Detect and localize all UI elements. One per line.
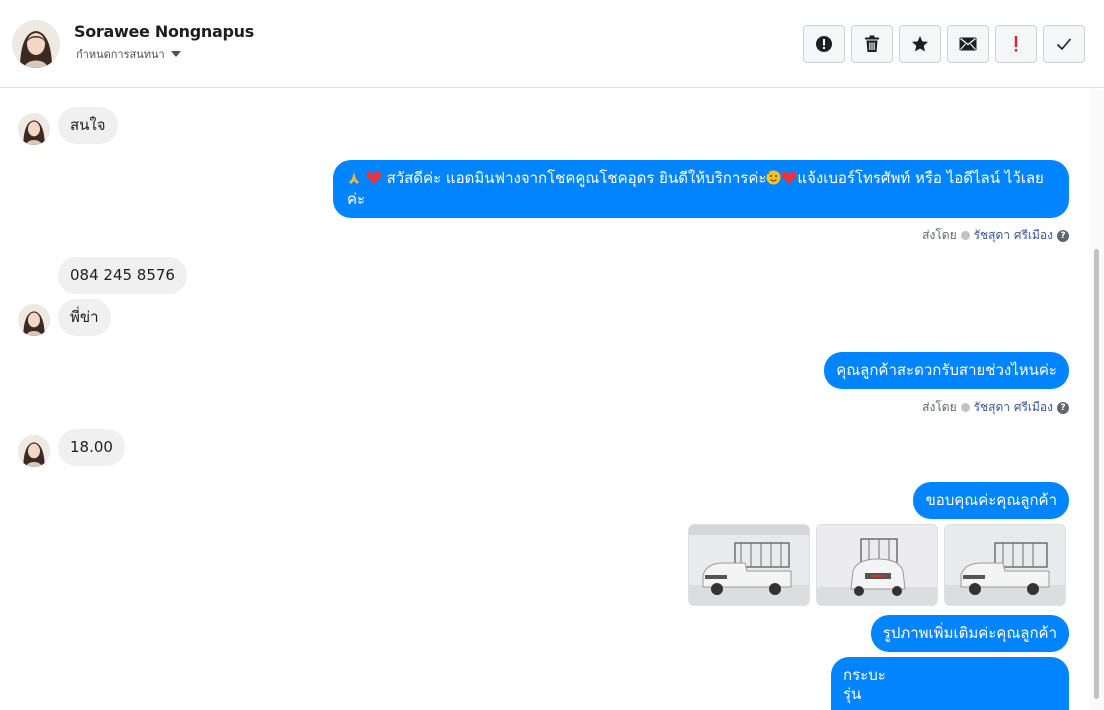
mark-done-button[interactable] [1043, 25, 1085, 63]
message-incoming[interactable]: สนใจ [58, 107, 118, 144]
agent-name[interactable]: รัชสุดา ศรีเมือง [974, 226, 1053, 245]
exclamation-icon [1014, 36, 1018, 52]
envelope-icon [959, 37, 977, 51]
message-outgoing[interactable]: กระบะ รุ่น [831, 657, 1069, 710]
sender-avatar[interactable] [18, 113, 50, 145]
assign-label: กำหนดการสนทนา [76, 48, 165, 61]
scrollbar-thumb[interactable] [1094, 249, 1099, 699]
pray-emoji-icon [347, 171, 361, 190]
sender-avatar[interactable] [18, 435, 50, 467]
delete-button[interactable] [851, 25, 893, 63]
assign-conversation-dropdown[interactable]: กำหนดการสนทนา [76, 45, 181, 63]
follow-up-button[interactable] [995, 25, 1037, 63]
contact-avatar[interactable] [12, 20, 60, 68]
spam-button[interactable] [803, 25, 845, 63]
attached-photo[interactable] [688, 524, 810, 606]
alert-circle-icon [816, 36, 832, 52]
sent-by-prefix: ส่งโดย [922, 400, 957, 414]
contact-name[interactable]: Sorawee Nongnapus [74, 22, 254, 41]
message-line: กระบะ [843, 666, 886, 684]
conversation-toolbar [803, 25, 1085, 63]
verified-dot-icon [960, 231, 970, 240]
sender-avatar[interactable] [18, 304, 50, 336]
message-line: รุ่น [843, 685, 862, 703]
sent-by-prefix: ส่งโดย [922, 228, 957, 242]
message-outgoing[interactable]: คุณลูกค้าสะดวกรับสายช่วงไหนค่ะ [824, 352, 1069, 389]
message-outgoing[interactable]: รูปภาพเพิ่มเติมค่ะคุณลูกค้า [870, 615, 1069, 652]
message-outgoing[interactable]: ขอบคุณค่ะคุณลูกค้า [913, 482, 1069, 519]
conversation-header: Sorawee Nongnapus กำหนดการสนทนา [0, 0, 1104, 88]
heart-emoji-icon [366, 171, 382, 190]
message-thread: สนใจ สวัสดีค่ะ แอดมินฟางจากโชคคูณโชคอุดร… [0, 89, 1090, 710]
heart-emoji-icon [781, 171, 797, 190]
help-icon[interactable]: ? [1057, 229, 1069, 242]
star-button[interactable] [899, 25, 941, 63]
verified-dot-icon [960, 403, 970, 412]
help-icon[interactable]: ? [1057, 401, 1069, 414]
agent-name[interactable]: รัชสุดา ศรีเมือง [974, 398, 1053, 417]
message-text: สวัสดีค่ะ แอดมินฟางจากโชคคูณโชคอุดร ยินด… [386, 169, 767, 187]
message-incoming[interactable]: 084 245 8576 [58, 257, 187, 294]
sent-by-label: ส่งโดย รัชสุดา ศรีเมือง ? [922, 398, 1069, 417]
attached-photo[interactable] [816, 524, 938, 606]
message-incoming[interactable]: 18.00 [58, 429, 125, 466]
check-icon [1056, 38, 1072, 51]
mark-unread-button[interactable] [947, 25, 989, 63]
message-outgoing[interactable]: สวัสดีค่ะ แอดมินฟางจากโชคคูณโชคอุดร ยินด… [333, 160, 1069, 218]
chevron-down-icon [170, 51, 181, 57]
message-incoming[interactable]: พี่ข่า [58, 299, 111, 336]
smiling-face-hearts-emoji-icon [766, 170, 781, 190]
thread-scrollbar[interactable] [1090, 89, 1104, 710]
sent-by-label: ส่งโดย รัชสุดา ศรีเมือง ? [922, 226, 1069, 245]
star-icon [912, 36, 928, 52]
trash-icon [865, 35, 879, 52]
attached-photo[interactable] [944, 524, 1066, 606]
